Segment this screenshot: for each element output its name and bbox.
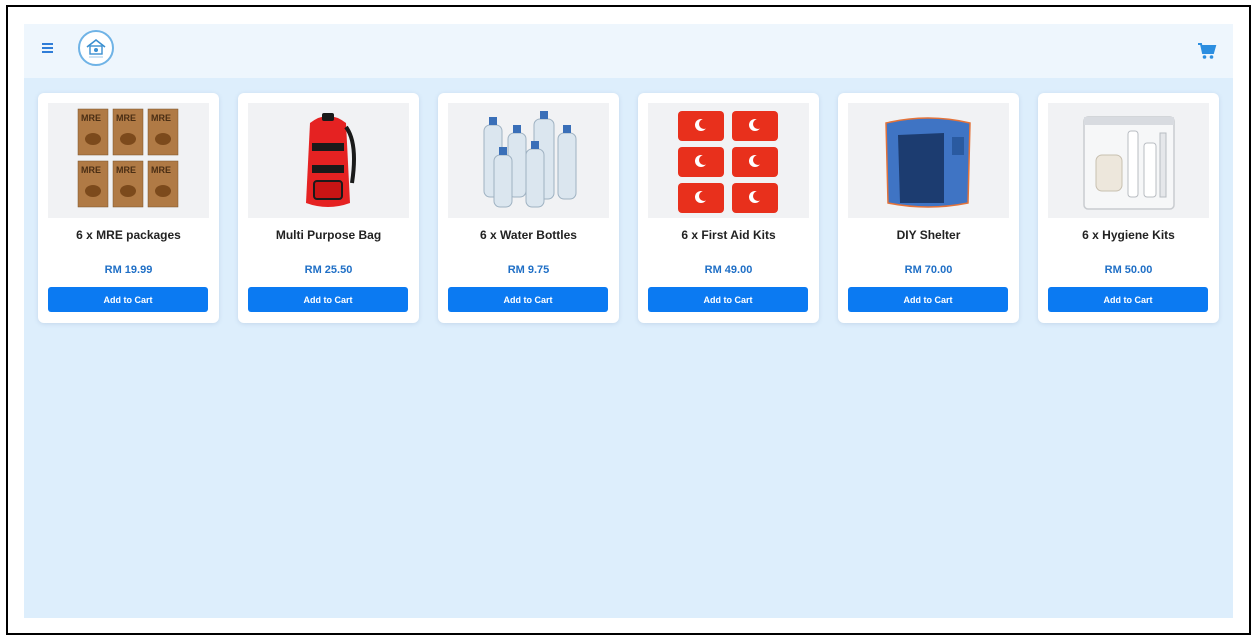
top-bar: [24, 24, 1233, 78]
product-card: MRE MRE MRE MRE MRE MRE 6 x MRE packages RM …: [38, 93, 219, 323]
product-name: 6 x Hygiene Kits: [1082, 228, 1175, 242]
product-card: 6 x First Aid Kits RM 49.00 Add to Cart: [638, 93, 819, 323]
product-name: 6 x First Aid Kits: [681, 228, 776, 242]
shelter-tent-image: [848, 103, 1009, 218]
svg-text:MRE: MRE: [116, 165, 136, 175]
product-price: RM 25.50: [304, 264, 353, 276]
svg-text:MRE: MRE: [81, 165, 101, 175]
product-name: 6 x MRE packages: [76, 228, 181, 242]
product-price: RM 50.00: [1104, 264, 1153, 276]
shop-logo-icon[interactable]: [78, 30, 114, 66]
hamburger-menu-icon[interactable]: [42, 42, 56, 56]
svg-text:MRE: MRE: [81, 113, 101, 123]
product-name: 6 x Water Bottles: [480, 228, 577, 242]
product-name: DIY Shelter: [896, 228, 961, 242]
mre-packages-image: MRE MRE MRE MRE MRE MRE: [48, 103, 209, 218]
product-price: RM 70.00: [904, 264, 953, 276]
add-to-cart-button[interactable]: Add to Cart: [1048, 287, 1208, 312]
product-card: DIY Shelter RM 70.00 Add to Cart: [838, 93, 1019, 323]
product-price: RM 49.00: [704, 264, 753, 276]
svg-text:MRE: MRE: [151, 113, 171, 123]
hygiene-kit-image: [1048, 103, 1209, 218]
backpack-image: [248, 103, 409, 218]
first-aid-kits-image: [648, 103, 809, 218]
product-card: 6 x Water Bottles RM 9.75 Add to Cart: [438, 93, 619, 323]
product-name: Multi Purpose Bag: [275, 228, 382, 242]
product-price: RM 9.75: [507, 264, 550, 276]
app-window: MRE MRE MRE MRE MRE MRE 6 x MRE packages RM …: [24, 24, 1233, 618]
add-to-cart-button[interactable]: Add to Cart: [248, 287, 408, 312]
shopping-cart-icon[interactable]: [1197, 42, 1217, 60]
water-bottles-image: [448, 103, 609, 218]
product-price: RM 19.99: [104, 264, 153, 276]
add-to-cart-button[interactable]: Add to Cart: [48, 287, 208, 312]
product-card: Multi Purpose Bag RM 25.50 Add to Cart: [238, 93, 419, 323]
product-card: 6 x Hygiene Kits RM 50.00 Add to Cart: [1038, 93, 1219, 323]
svg-text:MRE: MRE: [116, 113, 136, 123]
svg-text:MRE: MRE: [151, 165, 171, 175]
add-to-cart-button[interactable]: Add to Cart: [448, 287, 608, 312]
add-to-cart-button[interactable]: Add to Cart: [648, 287, 808, 312]
add-to-cart-button[interactable]: Add to Cart: [848, 287, 1008, 312]
